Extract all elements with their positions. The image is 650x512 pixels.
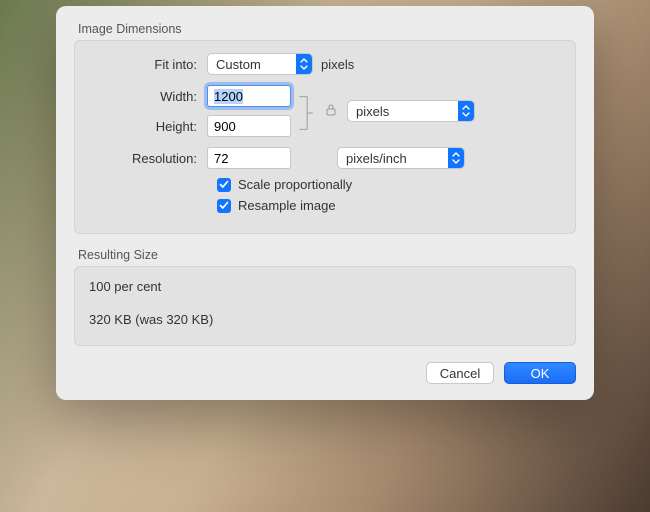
image-dimensions-panel: Fit into: Custom pixels Width: Height: xyxy=(74,40,576,234)
fit-into-select[interactable]: Custom xyxy=(207,53,313,75)
height-label: Height: xyxy=(89,119,207,134)
fit-into-unit: pixels xyxy=(321,57,354,72)
width-input[interactable] xyxy=(207,85,291,107)
chevron-up-down-icon xyxy=(458,101,474,121)
resolution-row: Resolution: pixels/inch xyxy=(89,147,561,169)
resulting-size-panel: 100 per cent 320 KB (was 320 KB) xyxy=(74,266,576,346)
width-label: Width: xyxy=(89,89,207,104)
wh-unit-value: pixels xyxy=(356,104,389,119)
fit-into-value: Custom xyxy=(216,57,261,72)
cancel-button[interactable]: Cancel xyxy=(426,362,494,384)
resolution-input[interactable] xyxy=(207,147,291,169)
fit-into-row: Fit into: Custom pixels xyxy=(89,53,561,75)
resolution-label: Resolution: xyxy=(89,151,207,166)
resample-image-checkbox[interactable]: Resample image xyxy=(217,198,561,213)
result-percent: 100 per cent xyxy=(89,279,561,294)
resulting-size-title: Resulting Size xyxy=(74,248,576,262)
image-dimensions-dialog: Image Dimensions Fit into: Custom pixels… xyxy=(56,6,594,400)
resample-image-label: Resample image xyxy=(238,198,336,213)
checkmark-icon xyxy=(217,199,231,213)
lock-icon[interactable] xyxy=(325,103,337,120)
height-input[interactable] xyxy=(207,115,291,137)
result-size: 320 KB (was 320 KB) xyxy=(89,312,561,327)
options-area: Scale proportionally Resample image xyxy=(89,177,561,213)
width-row: Width: xyxy=(89,85,291,107)
resolution-unit-value: pixels/inch xyxy=(346,151,407,166)
scale-proportionally-checkbox[interactable]: Scale proportionally xyxy=(217,177,561,192)
wh-unit-select[interactable]: pixels xyxy=(347,100,475,122)
height-row: Height: xyxy=(89,115,291,137)
dialog-buttons: Cancel OK xyxy=(74,362,576,384)
checkmark-icon xyxy=(217,178,231,192)
chevron-up-down-icon xyxy=(296,54,312,74)
chevron-up-down-icon xyxy=(448,148,464,168)
scale-proportionally-label: Scale proportionally xyxy=(238,177,352,192)
resolution-unit-select[interactable]: pixels/inch xyxy=(337,147,465,169)
fit-into-label: Fit into: xyxy=(89,57,207,72)
image-dimensions-title: Image Dimensions xyxy=(74,22,576,36)
ok-button[interactable]: OK xyxy=(504,362,576,384)
